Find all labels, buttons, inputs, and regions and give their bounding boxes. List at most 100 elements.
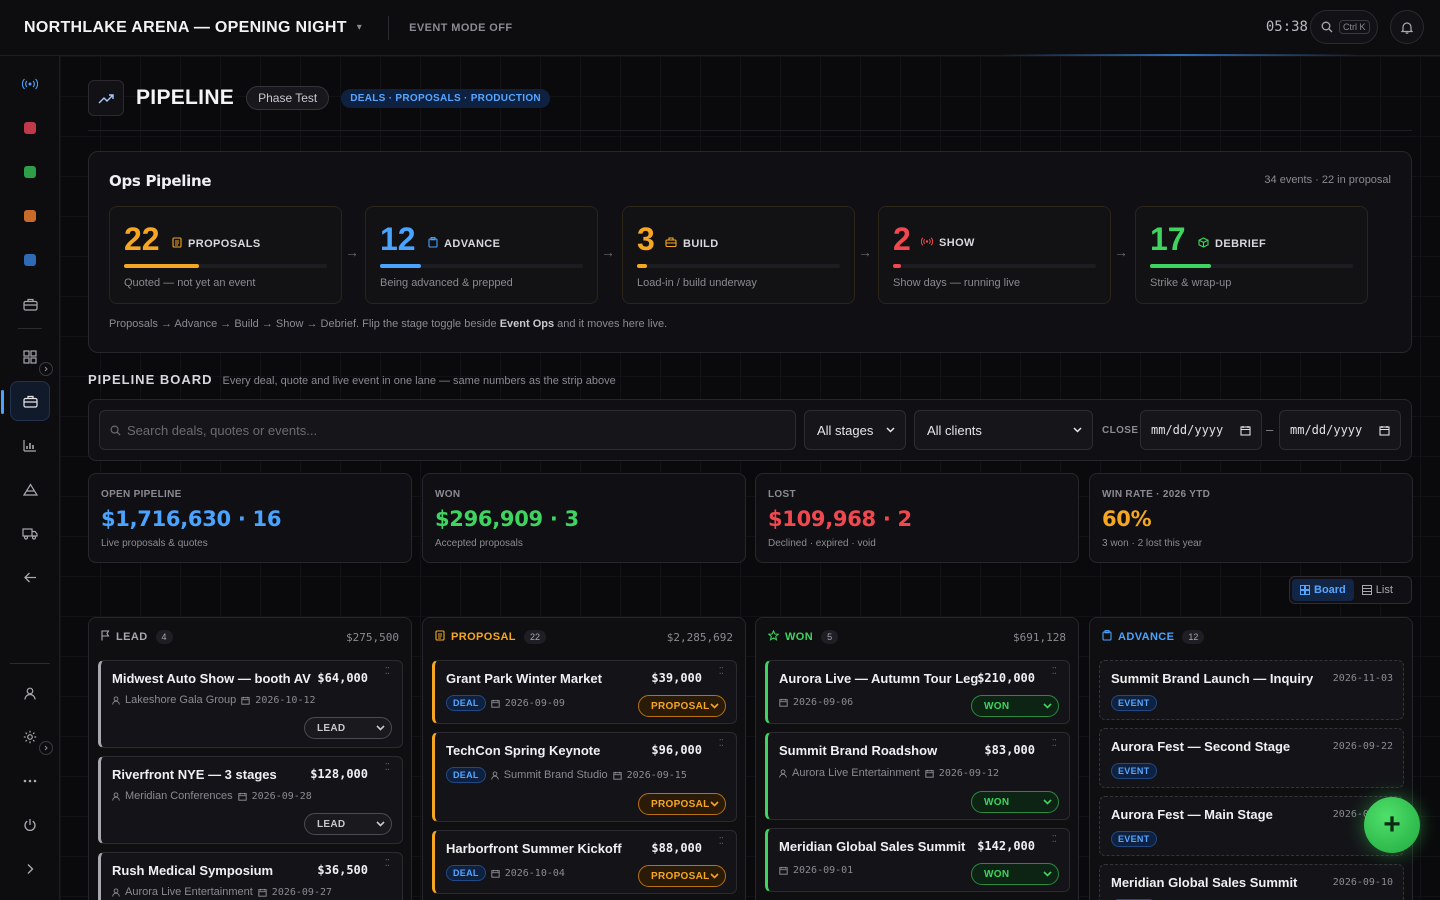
board-view-button[interactable]: Board <box>1292 579 1354 601</box>
board-column-proposal: PROPOSAL 22 $2,285,692 Grant Park Winter Ma… <box>422 617 746 900</box>
sidebar-separator <box>18 328 42 329</box>
card-date: 2026-10-04 <box>504 867 565 879</box>
card-meta: DEAL 2026-10-04 <box>446 865 565 881</box>
expand-chevron-icon[interactable] <box>39 741 53 755</box>
drag-handle-icon[interactable]: ⁚⁚ <box>719 667 724 677</box>
drag-handle-icon[interactable]: ⁚⁚ <box>719 739 724 749</box>
drag-handle-icon[interactable]: ⁚⁚ <box>385 859 390 869</box>
card-title: TechCon Spring Keynote <box>446 743 601 758</box>
deal-card[interactable]: Grant Park Winter Market $39,000 ⁚⁚ DEAL 202… <box>432 660 737 724</box>
board-column-won: WON 5 $691,128 Aurora Live — Autumn Tour Le… <box>755 617 1079 900</box>
sidebar-item-logistics[interactable] <box>10 513 50 553</box>
orange-dot-icon <box>24 210 36 222</box>
sidebar-item-pipeline[interactable] <box>1 381 50 421</box>
stage-select[interactable]: LEAD <box>304 717 392 739</box>
stage-card-build[interactable]: 3 BUILD Load-in / build underway <box>622 206 855 304</box>
drag-handle-icon[interactable]: ⁚⁚ <box>385 667 390 677</box>
notifications-button[interactable] <box>1390 10 1424 44</box>
sidebar-item-red-event[interactable] <box>10 108 50 148</box>
stage-select[interactable]: WON <box>971 791 1059 813</box>
stage-select[interactable]: PROPOSAL <box>638 865 726 887</box>
card-title: Meridian Global Sales Summit <box>1111 875 1298 890</box>
broadcast-icon <box>920 237 934 249</box>
drag-handle-icon[interactable]: ⁚⁚ <box>1052 835 1057 845</box>
power-icon <box>24 819 36 832</box>
flag-icon <box>101 628 110 646</box>
stage-select[interactable]: WON <box>971 863 1059 885</box>
deal-card[interactable]: Summit Brand Roadshow $83,000 ⁚⁚ Aurora Liv… <box>765 732 1070 820</box>
stage-progress-fill <box>637 264 648 268</box>
divider <box>388 15 390 40</box>
stage-select-value: WON <box>984 796 1010 808</box>
command-search-button[interactable]: Ctrl K <box>1310 10 1378 44</box>
green-dot-icon <box>24 166 36 178</box>
stage-count: 12 <box>380 221 416 257</box>
search-box[interactable] <box>99 410 796 450</box>
close-date-to[interactable]: mm/dd/yyyy <box>1279 410 1401 450</box>
card-amount: $39,000 <box>651 671 702 685</box>
deal-card[interactable]: Riverfront NYE — 3 stages $128,000 ⁚⁚ Merid… <box>98 756 403 844</box>
sidebar-collapse-button[interactable] <box>10 849 50 889</box>
drag-handle-icon[interactable]: ⁚⁚ <box>1052 667 1057 677</box>
list-view-button[interactable]: List <box>1354 579 1401 601</box>
calendar-icon <box>491 699 500 708</box>
add-fab-button[interactable]: + <box>1364 797 1420 853</box>
venue-title: NORTHLAKE ARENA — OPENING NIGHT <box>24 18 347 36</box>
stage-select[interactable]: PROPOSAL <box>638 793 726 815</box>
close-date-from[interactable]: mm/dd/yyyy <box>1140 410 1262 450</box>
sidebar-item-live[interactable] <box>10 64 50 104</box>
venue-switcher[interactable]: NORTHLAKE ARENA — OPENING NIGHT ▾ <box>24 19 362 37</box>
sidebar-item-reports[interactable] <box>10 425 50 465</box>
drag-handle-icon[interactable]: ⁚⁚ <box>719 837 724 847</box>
expand-chevron-icon[interactable] <box>39 362 53 376</box>
sidebar-item-venue[interactable] <box>10 469 50 509</box>
card-title: Meridian Global Sales Summit <box>779 839 966 854</box>
deal-card[interactable]: Rush Medical Symposium $36,500 ⁚⁚ Aurora Li… <box>98 852 403 900</box>
stage-card-show[interactable]: 2 SHOW Show days — running live <box>878 206 1111 304</box>
stage-select[interactable]: LEAD <box>304 813 392 835</box>
sidebar-item-power[interactable] <box>10 805 50 845</box>
stage-select[interactable]: PROPOSAL <box>638 695 726 717</box>
client-filter-select[interactable]: All clients <box>914 410 1093 450</box>
column-header: WON 5 $691,128 <box>767 628 1066 646</box>
stage-select[interactable]: WON <box>971 695 1059 717</box>
list-view-label: List <box>1375 584 1393 596</box>
stage-label: SHOW <box>920 237 975 249</box>
event-mode-toggle[interactable]: EVENT MODE OFF <box>409 22 512 34</box>
stage-card-proposals[interactable]: 22 PROPOSALS Quoted — not yet an event <box>109 206 342 304</box>
deal-card[interactable]: Meridian Global Sales Summit2026-09-10EV… <box>1099 864 1404 900</box>
blue-dot-icon <box>24 254 36 266</box>
chevron-down-icon <box>710 873 719 879</box>
sidebar-item-briefcase[interactable] <box>10 284 50 324</box>
sidebar-item-blue-event[interactable] <box>10 240 50 280</box>
main-content: PIPELINE Phase Test DEALS · PROPOSALS · … <box>60 56 1440 900</box>
deal-card[interactable]: Harborfront Summer Kickoff $88,000 ⁚⁚ DEAL 2… <box>432 830 737 894</box>
event-chip: EVENT <box>1111 763 1157 779</box>
deal-card[interactable]: Aurora Fest — Second Stage 2026-09-22 EVEN… <box>1099 728 1404 788</box>
stage-filter-select[interactable]: All stages <box>804 410 906 450</box>
deal-card[interactable]: Aurora Live — Autumn Tour Leg $210,000 ⁚⁚ 2… <box>765 660 1070 724</box>
deal-card[interactable]: Aurora Fest — Main Stage 2026-09-15 EVENT <box>1099 796 1404 856</box>
stage-label: BUILD <box>665 237 719 250</box>
kpi-value: 60% <box>1102 507 1152 531</box>
divider <box>88 130 1412 131</box>
kpi-subtext: Declined · expired · void <box>768 538 876 549</box>
calendar-icon <box>1240 425 1251 436</box>
drag-handle-icon[interactable]: ⁚⁚ <box>1052 739 1057 749</box>
chevron-down-icon <box>1043 703 1052 709</box>
search-input[interactable] <box>127 422 767 438</box>
stage-progress-track <box>637 264 840 268</box>
drag-handle-icon[interactable]: ⁚⁚ <box>385 763 390 773</box>
sidebar-item-more[interactable] <box>10 761 50 801</box>
stage-card-advance[interactable]: 12 ADVANCE Being advanced & prepped <box>365 206 598 304</box>
deal-card[interactable]: Meridian Global Sales Summit $142,000 ⁚⁚ 20… <box>765 828 1070 892</box>
sidebar-item-profile[interactable] <box>10 673 50 713</box>
sidebar-item-back[interactable] <box>10 557 50 597</box>
top-bar: NORTHLAKE ARENA — OPENING NIGHT ▾ EVENT … <box>0 0 1440 56</box>
deal-card[interactable]: TechCon Spring Keynote $96,000 ⁚⁚ DEAL Summi… <box>432 732 737 822</box>
stage-card-debrief[interactable]: 17 DEBRIEF Strike & wrap-up <box>1135 206 1368 304</box>
sidebar-item-green-event[interactable] <box>10 152 50 192</box>
sidebar-item-orange-event[interactable] <box>10 196 50 236</box>
deal-card[interactable]: Midwest Auto Show — booth AV $64,000 ⁚⁚ Lak… <box>98 660 403 748</box>
deal-card[interactable]: Summit Brand Launch — Inquiry 2026-11-03 E… <box>1099 660 1404 720</box>
